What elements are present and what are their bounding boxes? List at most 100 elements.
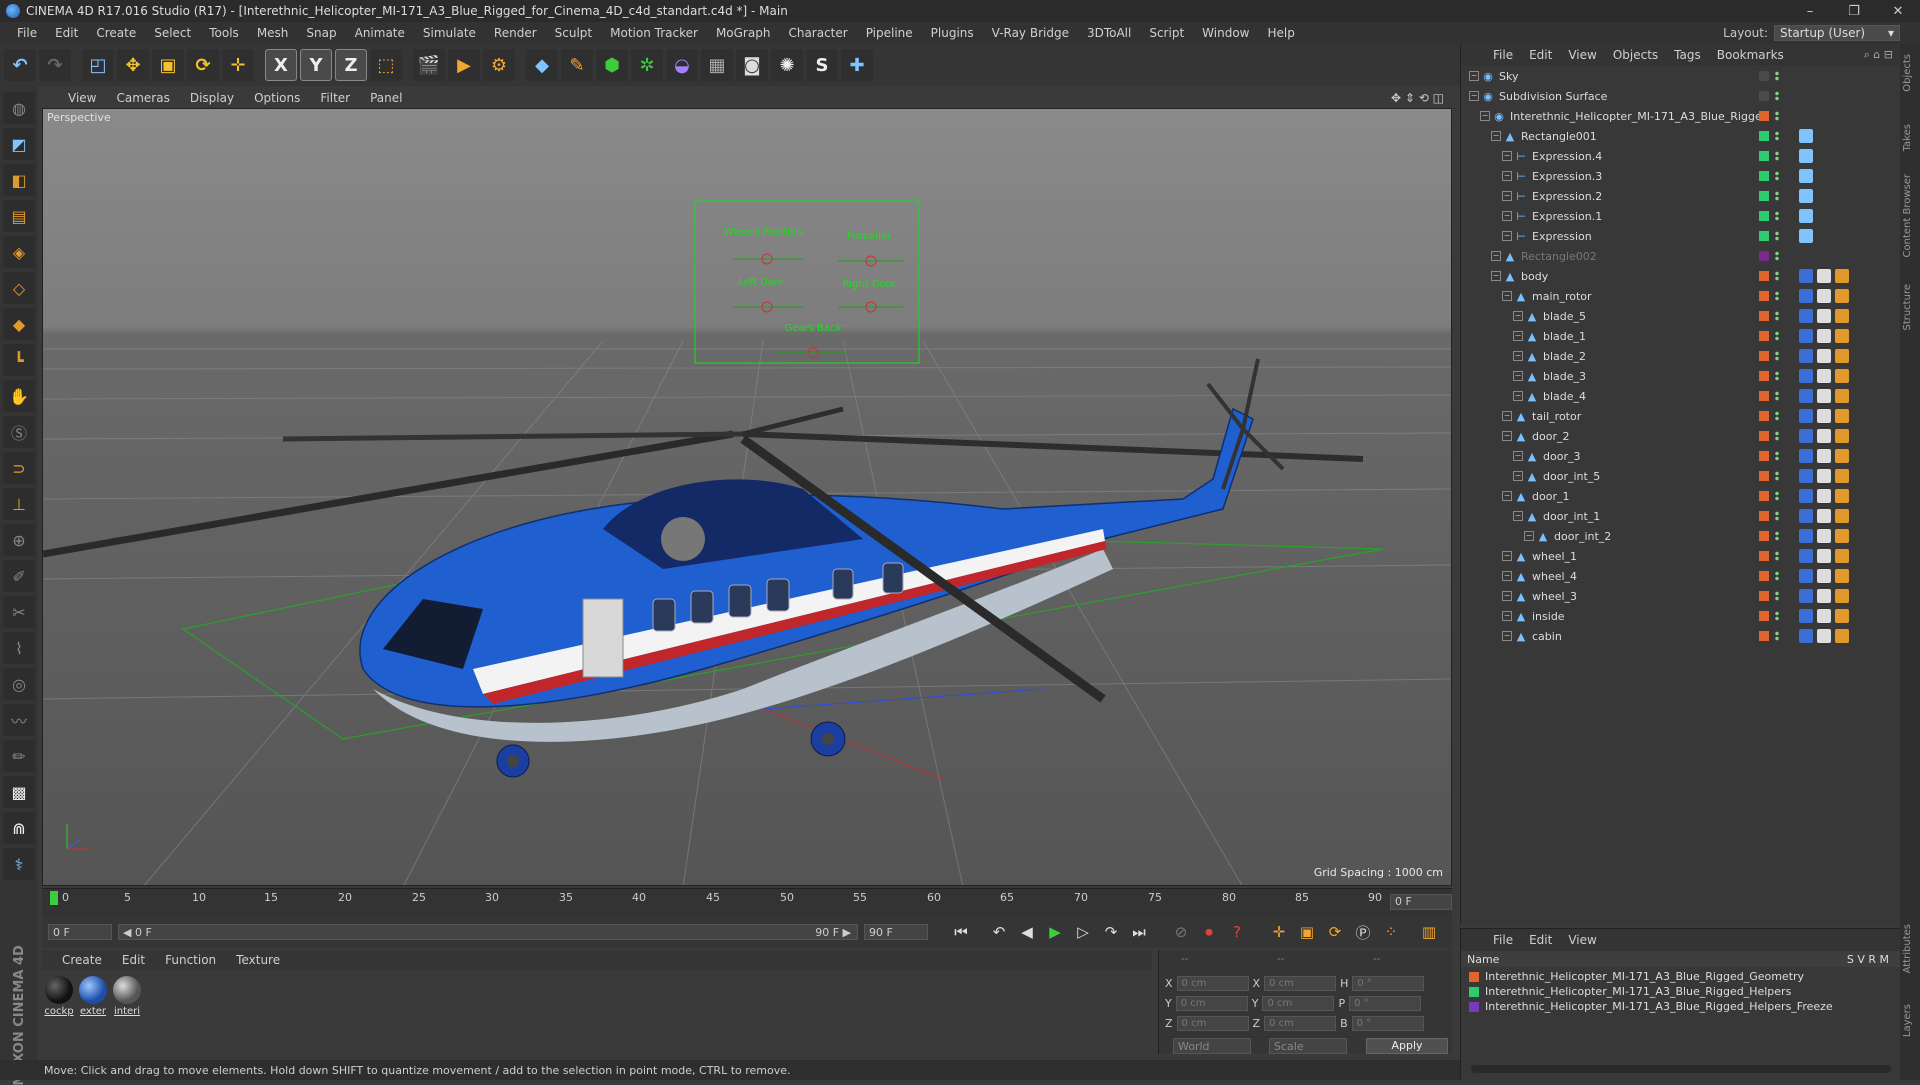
- expand-toggle-icon[interactable]: −: [1502, 491, 1512, 501]
- key-param-icon[interactable]: Ⓟ: [1350, 920, 1376, 944]
- menu-snap[interactable]: Snap: [297, 26, 345, 40]
- object-row[interactable]: − ⊢ Expression.3: [1461, 166, 1901, 186]
- layer-color-tag[interactable]: [1759, 251, 1769, 261]
- cube-icon[interactable]: ◆: [526, 49, 558, 81]
- timeline-window-icon[interactable]: ▥: [1416, 920, 1442, 944]
- object-tag-icon[interactable]: [1799, 209, 1813, 223]
- object-tag-icon[interactable]: [1799, 529, 1813, 543]
- layer-color-tag[interactable]: [1759, 411, 1769, 421]
- object-tag-icon[interactable]: [1799, 309, 1813, 323]
- object-row[interactable]: − ▲ main_rotor: [1461, 286, 1901, 306]
- visibility-dots-icon[interactable]: [1775, 211, 1779, 221]
- object-row[interactable]: − ⊢ Expression.4: [1461, 146, 1901, 166]
- key-pla-icon[interactable]: ⁘: [1378, 920, 1404, 944]
- size-z-field[interactable]: 0 cm: [1264, 1016, 1337, 1031]
- viewport-nav-icon[interactable]: ✥ ⇕ ⟲ ◫: [1391, 91, 1444, 105]
- layer-color-tag[interactable]: [1759, 551, 1769, 561]
- visibility-dots-icon[interactable]: [1775, 371, 1779, 381]
- object-tag-icon[interactable]: [1799, 489, 1813, 503]
- layers-menu-view[interactable]: View: [1560, 933, 1604, 947]
- position-x-field[interactable]: 0 cm: [1176, 976, 1249, 991]
- render-settings-icon[interactable]: ⚙: [483, 49, 515, 81]
- floor-icon[interactable]: ▦: [701, 49, 733, 81]
- object-row[interactable]: − ▲ door_1: [1461, 486, 1901, 506]
- object-tag-icon[interactable]: [1835, 309, 1849, 323]
- menu-motion-tracker[interactable]: Motion Tracker: [601, 26, 707, 40]
- layer-row[interactable]: Interethnic_Helicopter_MI-171_A3_Blue_Ri…: [1461, 969, 1901, 984]
- select-icon[interactable]: ◰: [82, 49, 114, 81]
- object-row[interactable]: − ◉ Subdivision Surface: [1461, 86, 1901, 106]
- menu-file[interactable]: File: [8, 26, 46, 40]
- viewport-menu-display[interactable]: Display: [180, 91, 244, 105]
- layer-color-tag[interactable]: [1759, 131, 1769, 141]
- visibility-dots-icon[interactable]: [1775, 391, 1779, 401]
- menu-select[interactable]: Select: [145, 26, 200, 40]
- menu-simulate[interactable]: Simulate: [414, 26, 485, 40]
- tab-content-browser[interactable]: Content Browser: [1902, 174, 1918, 257]
- menu-render[interactable]: Render: [485, 26, 546, 40]
- weld-icon[interactable]: ◎: [3, 668, 35, 700]
- objects-menu-view[interactable]: View: [1560, 48, 1604, 62]
- layout-dropdown[interactable]: Startup (User) ▾: [1774, 25, 1900, 41]
- tweak-icon[interactable]: ✋: [3, 380, 35, 412]
- object-tag-icon[interactable]: [1799, 149, 1813, 163]
- object-tag-icon[interactable]: [1799, 409, 1813, 423]
- render-view-icon[interactable]: 🎬: [413, 49, 445, 81]
- record-icon[interactable]: ⏺: [1196, 920, 1222, 944]
- material-menu-edit[interactable]: Edit: [112, 953, 155, 967]
- prev-frame-icon[interactable]: ◀: [1014, 920, 1040, 944]
- visibility-dots-icon[interactable]: [1775, 251, 1779, 261]
- objects-menu-edit[interactable]: Edit: [1521, 48, 1560, 62]
- layers-menu-file[interactable]: File: [1485, 933, 1521, 947]
- object-tag-icon[interactable]: [1799, 229, 1813, 243]
- minimize-button[interactable]: –: [1788, 0, 1832, 22]
- object-row[interactable]: − ▲ Rectangle002: [1461, 246, 1901, 266]
- menu-pipeline[interactable]: Pipeline: [857, 26, 922, 40]
- object-tag-icon[interactable]: [1799, 389, 1813, 403]
- object-tag-icon[interactable]: [1835, 469, 1849, 483]
- layer-color-tag[interactable]: [1759, 311, 1769, 321]
- layer-color-tag[interactable]: [1759, 511, 1769, 521]
- visibility-dots-icon[interactable]: [1775, 91, 1779, 101]
- tab-layers[interactable]: Layers: [1902, 1004, 1918, 1037]
- layer-color-tag[interactable]: [1759, 331, 1769, 341]
- expand-toggle-icon[interactable]: −: [1513, 331, 1523, 341]
- object-tag-icon[interactable]: [1835, 569, 1849, 583]
- rotation-b-field[interactable]: 0 °: [1351, 1016, 1424, 1031]
- object-tag-icon[interactable]: [1799, 189, 1813, 203]
- end-frame-field[interactable]: 90 F: [864, 924, 928, 940]
- autokey-icon[interactable]: ?: [1224, 920, 1250, 944]
- viewport-menu-filter[interactable]: Filter: [310, 91, 360, 105]
- objects-menu-objects[interactable]: Objects: [1605, 48, 1666, 62]
- magnet-tool-icon[interactable]: ⋒: [3, 812, 35, 844]
- menu-vray-bridge[interactable]: V-Ray Bridge: [983, 26, 1078, 40]
- bridge-icon[interactable]: ⌇: [3, 632, 35, 664]
- menu-mograph[interactable]: MoGraph: [707, 26, 780, 40]
- expand-toggle-icon[interactable]: −: [1469, 91, 1479, 101]
- object-tag-icon[interactable]: [1835, 389, 1849, 403]
- menu-script[interactable]: Script: [1140, 26, 1193, 40]
- viewport-menu-panel[interactable]: Panel: [360, 91, 412, 105]
- menu-mesh[interactable]: Mesh: [248, 26, 298, 40]
- timeline-playhead[interactable]: [50, 891, 58, 905]
- layer-color-tag[interactable]: [1759, 291, 1769, 301]
- object-row[interactable]: − ▲ Rectangle001: [1461, 126, 1901, 146]
- texture-mode-icon[interactable]: ◧: [3, 164, 35, 196]
- object-tag-icon[interactable]: [1799, 269, 1813, 283]
- visibility-dots-icon[interactable]: [1775, 151, 1779, 161]
- lock-icon[interactable]: ⊕: [3, 524, 35, 556]
- move-icon[interactable]: ✥: [117, 49, 149, 81]
- expand-toggle-icon[interactable]: −: [1513, 371, 1523, 381]
- visibility-dots-icon[interactable]: [1775, 171, 1779, 181]
- objects-menu-tags[interactable]: Tags: [1666, 48, 1709, 62]
- material-menu-function[interactable]: Function: [155, 953, 226, 967]
- paint-icon[interactable]: ✏: [3, 740, 35, 772]
- visibility-dots-icon[interactable]: [1775, 311, 1779, 321]
- object-tag-icon[interactable]: [1799, 329, 1813, 343]
- visibility-dots-icon[interactable]: [1775, 571, 1779, 581]
- apply-button[interactable]: Apply: [1366, 1038, 1448, 1054]
- expand-toggle-icon[interactable]: −: [1513, 311, 1523, 321]
- layer-color-tag[interactable]: [1759, 171, 1769, 181]
- layer-color-tag[interactable]: [1759, 111, 1769, 121]
- expand-toggle-icon[interactable]: −: [1502, 191, 1512, 201]
